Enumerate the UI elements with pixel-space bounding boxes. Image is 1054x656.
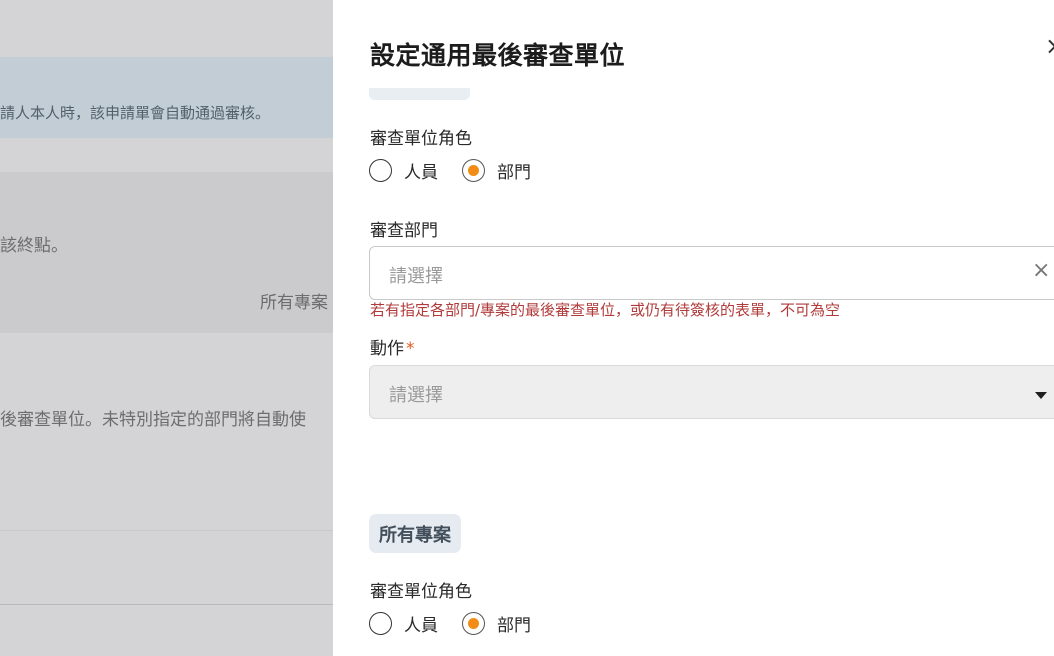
radio-department-circle-2[interactable]	[462, 612, 485, 635]
radio-person-label: 人員	[404, 163, 438, 183]
info-banner-text: 請人本人時，該申請單會自動通過審核。	[0, 104, 271, 122]
review-department-label: 審查部門	[370, 221, 438, 241]
radio-department-label: 部門	[497, 163, 531, 183]
action-label: 動作 *	[370, 334, 415, 359]
review-department-select[interactable]: 請選擇 ×	[369, 246, 1054, 300]
review-role-label: 審查單位角色	[370, 129, 472, 149]
radio-option-department[interactable]: 部門	[462, 158, 531, 183]
background-card-edge	[0, 530, 333, 531]
radio-department-label-2: 部門	[497, 616, 531, 636]
radio-option-person-2[interactable]: 人員	[369, 611, 438, 636]
review-role-label-2: 審查單位角色	[370, 582, 472, 602]
radio-person-circle-2[interactable]	[369, 612, 392, 635]
radio-option-department-2[interactable]: 部門	[462, 611, 531, 636]
info-banner	[0, 57, 333, 138]
close-icon[interactable]: ×	[1045, 34, 1054, 58]
radio-department-circle[interactable]	[462, 159, 485, 182]
radio-selected-dot-2	[468, 618, 479, 629]
action-label-text: 動作	[370, 339, 404, 359]
section-chip-partial	[369, 88, 470, 100]
settings-drawer: 設定通用最後審查單位 × 審查單位角色 人員 部門 審查部門 請選擇 × 若有指…	[333, 0, 1054, 656]
radio-selected-dot	[468, 165, 479, 176]
radio-option-person[interactable]: 人員	[369, 158, 438, 183]
radio-person-circle[interactable]	[369, 159, 392, 182]
caret-down-icon	[1035, 392, 1047, 399]
review-role-radio-group: 人員 部門	[369, 158, 555, 183]
background-page: 請人本人時，該申請單會自動通過審核。 該終點。 所有專案 後審查單位。未特別指定…	[0, 0, 333, 656]
background-text-endpoint: 該終點。	[0, 236, 68, 256]
review-department-error: 若有指定各部門/專案的最後審查單位，或仍有待簽核的表單，不可為空	[370, 301, 841, 319]
background-text-final-review: 後審查單位。未特別指定的部門將自動使	[0, 410, 306, 430]
review-role-radio-group-2: 人員 部門	[369, 611, 555, 636]
clear-icon[interactable]: ×	[1032, 260, 1050, 282]
required-mark: *	[406, 339, 415, 359]
action-placeholder: 請選擇	[389, 385, 443, 406]
review-department-placeholder: 請選擇	[389, 266, 443, 287]
background-text-all-projects: 所有專案	[260, 293, 328, 313]
background-divider	[0, 604, 333, 605]
action-select[interactable]: 請選擇	[369, 365, 1054, 419]
drawer-title: 設定通用最後審查單位	[370, 41, 626, 70]
radio-person-label-2: 人員	[404, 616, 438, 636]
section-chip-all-projects: 所有專案	[369, 514, 461, 553]
